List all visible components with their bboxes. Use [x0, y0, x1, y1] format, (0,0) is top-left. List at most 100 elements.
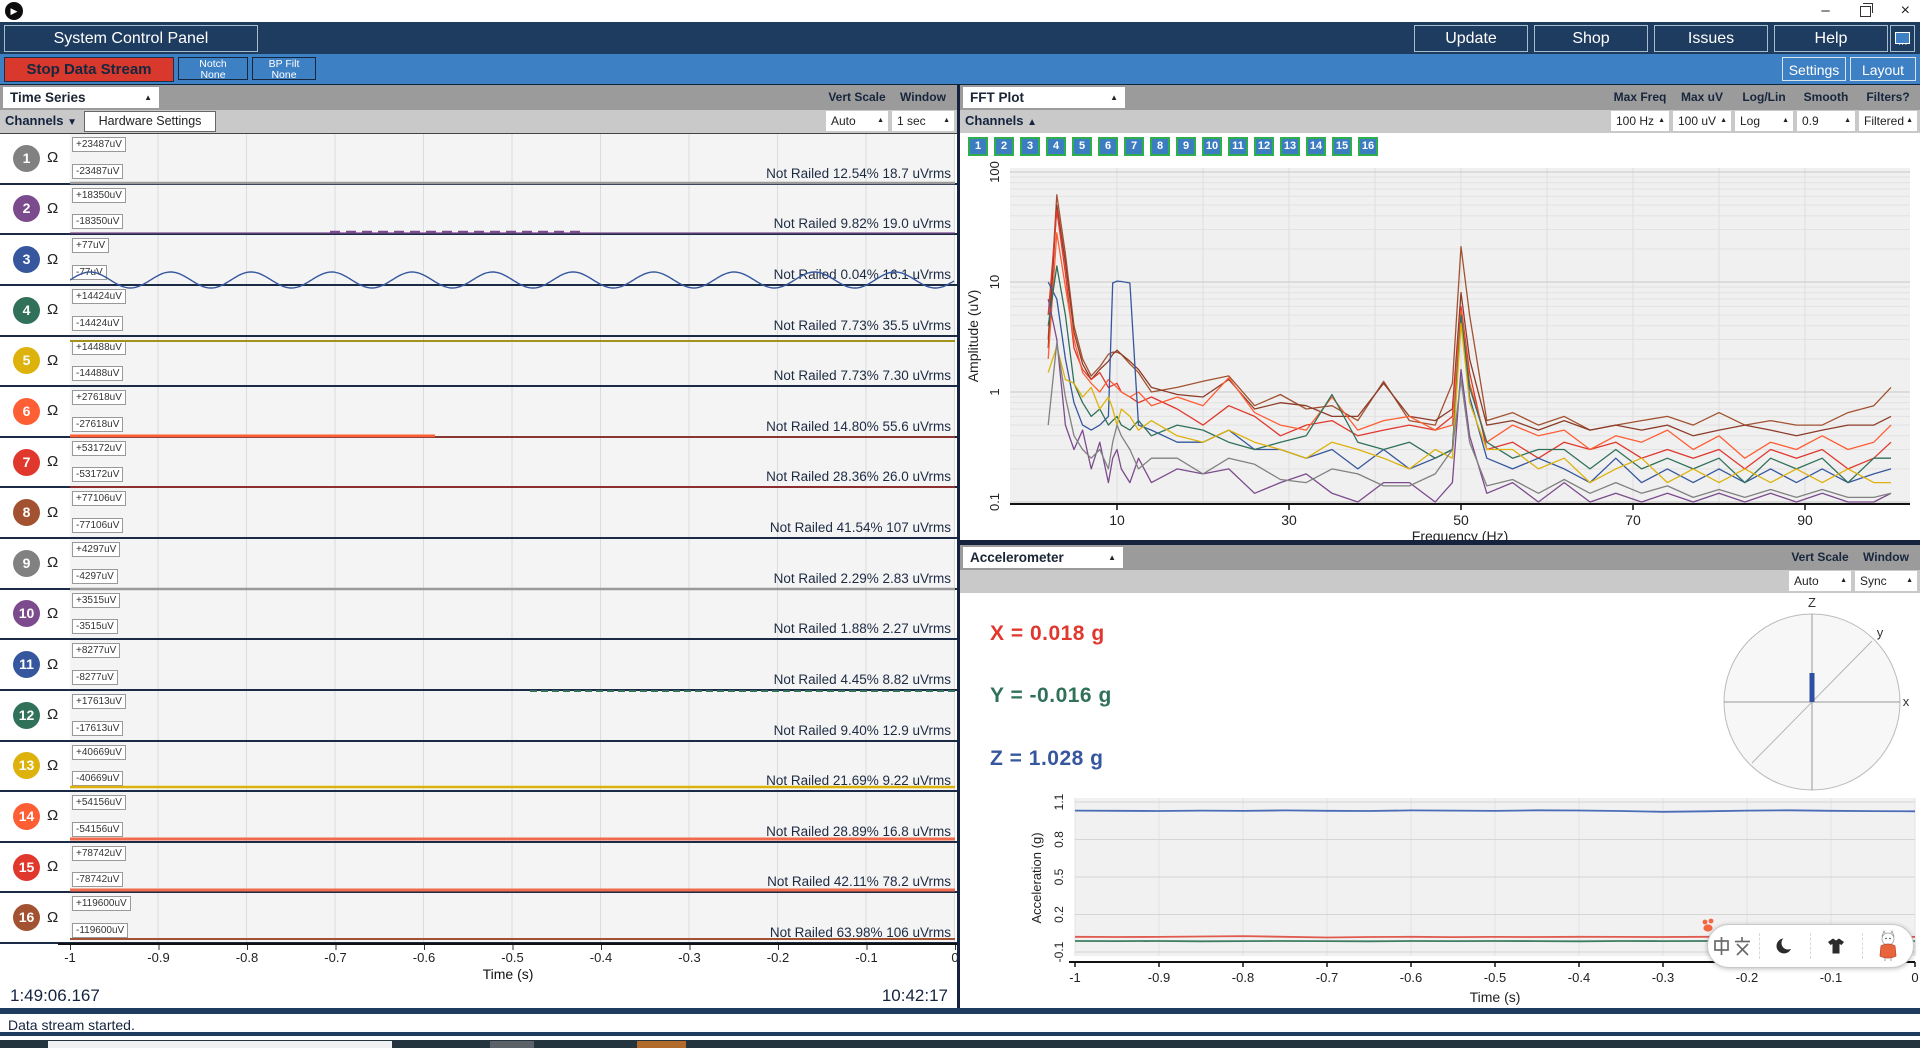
taskbar-app-icon[interactable] — [490, 1041, 534, 1048]
fft-channel-button-16[interactable]: 16 — [1358, 137, 1378, 156]
impedance-icon[interactable]: Ω — [47, 149, 58, 166]
fft-channel-button-5[interactable]: 5 — [1072, 137, 1092, 156]
fft-channel-button-10[interactable]: 10 — [1202, 137, 1222, 156]
stop-data-stream-button[interactable]: Stop Data Stream — [4, 57, 174, 82]
minimize-button[interactable]: – — [1821, 3, 1829, 18]
fft-channel-button-11[interactable]: 11 — [1228, 137, 1248, 156]
tshirt-icon — [1828, 938, 1845, 954]
taskbar-app-icon[interactable] — [637, 1041, 686, 1048]
ts-x-tick-label: -0.8 — [235, 950, 259, 965]
railed-status: Not Railed 28.89% 16.8 uVrms — [766, 823, 951, 839]
settings-button[interactable]: Settings — [1782, 57, 1846, 81]
fft-channel-button-8[interactable]: 8 — [1150, 137, 1170, 156]
scale-positive-label: +27618uV — [72, 390, 126, 406]
appbar-button-update[interactable]: Update — [1414, 25, 1528, 52]
channel-badge[interactable]: 2 — [13, 195, 40, 223]
fft-channel-button-1[interactable]: 1 — [968, 137, 988, 156]
fft-header: FFT Plot ▲ Max Freq Max uV Log/Lin Smooth Fi… — [960, 85, 1920, 110]
impedance-icon[interactable]: Ω — [47, 251, 58, 268]
system-control-panel-tab[interactable]: System Control Panel — [4, 25, 258, 52]
fft-channel-button-13[interactable]: 13 — [1280, 137, 1300, 156]
channel-badge[interactable]: 5 — [13, 347, 40, 375]
taskbar-window-preview[interactable] — [48, 1041, 392, 1048]
max-uv-select[interactable]: 100 uV ▲ — [1673, 111, 1731, 131]
appbar-button-issues[interactable]: Issues — [1654, 25, 1768, 52]
fft-channel-button-3[interactable]: 3 — [1020, 137, 1040, 156]
svg-text:-0.7: -0.7 — [1316, 970, 1338, 985]
channel-badge[interactable]: 12 — [13, 701, 40, 729]
max-freq-select[interactable]: 100 Hz ▲ — [1611, 111, 1669, 131]
vert-scale-label: Vert Scale — [828, 90, 886, 104]
impedance-icon[interactable]: Ω — [47, 453, 58, 470]
impedance-icon[interactable]: Ω — [47, 200, 58, 217]
channel-badge[interactable]: 11 — [13, 651, 40, 679]
fft-channel-button-9[interactable]: 9 — [1176, 137, 1196, 156]
channel-badge[interactable]: 4 — [13, 296, 40, 324]
appbar-button-shop[interactable]: Shop — [1534, 25, 1648, 52]
restore-button[interactable] — [1859, 2, 1873, 17]
fft-channel-button-15[interactable]: 15 — [1332, 137, 1352, 156]
time-series-channel-row: 11 Ω +8277uV -8277uV Not Railed 4.45% 8.82 u… — [0, 640, 957, 691]
channel-badge[interactable]: 13 — [13, 752, 40, 780]
impedance-icon[interactable]: Ω — [47, 402, 58, 419]
channel-badge[interactable]: 15 — [13, 853, 40, 881]
impedance-icon[interactable]: Ω — [47, 605, 58, 622]
bandpass-filter-button[interactable]: BP Filt None — [252, 57, 316, 81]
impedance-icon[interactable]: Ω — [47, 706, 58, 723]
impedance-icon[interactable]: Ω — [47, 807, 58, 824]
scale-negative-label: -4297uV — [72, 568, 118, 584]
impedance-icon[interactable]: Ω — [47, 757, 58, 774]
close-button[interactable]: × — [1901, 2, 1910, 20]
apparel-button[interactable] — [1810, 933, 1862, 959]
scale-positive-label: +119600uV — [72, 896, 131, 912]
dropdown-up-icon: ▲ — [1906, 117, 1913, 124]
fft-channel-button-6[interactable]: 6 — [1098, 137, 1118, 156]
impedance-icon[interactable]: Ω — [47, 352, 58, 369]
console-log-button[interactable] — [1890, 25, 1915, 52]
impedance-icon[interactable]: Ω — [47, 504, 58, 521]
scale-negative-label: -8277uV — [72, 669, 118, 685]
impedance-icon[interactable]: Ω — [47, 656, 58, 673]
channel-badge[interactable]: 16 — [13, 904, 40, 932]
vert-scale-select[interactable]: Auto ▲ — [1789, 571, 1851, 591]
channel-badge[interactable]: 3 — [13, 246, 40, 274]
mascot-button[interactable] — [1861, 930, 1914, 961]
window-select[interactable]: 1 sec ▲ — [892, 111, 954, 131]
railed-status: Not Railed 9.40% 12.9 uVrms — [773, 722, 951, 738]
dark-mode-button[interactable] — [1758, 933, 1811, 959]
vert-scale-select[interactable]: Auto ▲ — [826, 111, 888, 131]
fft-channel-button-14[interactable]: 14 — [1306, 137, 1326, 156]
ts-x-tick-label: -0.5 — [501, 950, 524, 965]
ts-channels-toggle[interactable]: Channels ▼ — [5, 113, 77, 128]
window-select[interactable]: Sync ▲ — [1855, 571, 1917, 591]
impedance-icon[interactable]: Ω — [47, 909, 58, 926]
fft-channels-toggle[interactable]: Channels ▲ — [965, 113, 1037, 128]
fft-channel-button-4[interactable]: 4 — [1046, 137, 1066, 156]
filters-select[interactable]: Filtered ▲ — [1859, 111, 1917, 131]
impedance-icon[interactable]: Ω — [47, 858, 58, 875]
impedance-icon[interactable]: Ω — [47, 301, 58, 318]
hardware-settings-button[interactable]: Hardware Settings — [84, 111, 216, 132]
channel-badge[interactable]: 6 — [13, 397, 40, 425]
fft-channel-button-12[interactable]: 12 — [1254, 137, 1274, 156]
widget-selector-accelerometer[interactable]: Accelerometer ▲ — [963, 547, 1123, 568]
appbar-button-help[interactable]: Help — [1774, 25, 1888, 52]
fft-channel-button-7[interactable]: 7 — [1124, 137, 1144, 156]
smooth-label: Smooth — [1803, 90, 1849, 104]
channel-badge[interactable]: 7 — [13, 448, 40, 476]
channel-badge[interactable]: 10 — [13, 600, 40, 628]
svg-text:Time (s): Time (s) — [1470, 989, 1521, 1005]
notch-filter-button[interactable]: Notch None — [178, 57, 248, 81]
smooth-select[interactable]: 0.9 ▲ — [1797, 111, 1855, 131]
impedance-icon[interactable]: Ω — [47, 554, 58, 571]
widget-selector-fft[interactable]: FFT Plot ▲ — [963, 87, 1125, 108]
widget-selector-time-series[interactable]: Time Series ▲ — [3, 87, 159, 108]
scale-positive-label: +54156uV — [72, 795, 126, 811]
channel-badge[interactable]: 1 — [13, 144, 40, 172]
log-lin-select[interactable]: Log ▲ — [1735, 111, 1793, 131]
fft-channel-button-2[interactable]: 2 — [994, 137, 1014, 156]
channel-badge[interactable]: 14 — [13, 802, 40, 830]
channel-badge[interactable]: 8 — [13, 499, 40, 527]
channel-badge[interactable]: 9 — [13, 549, 40, 577]
layout-button[interactable]: Layout — [1850, 57, 1916, 81]
